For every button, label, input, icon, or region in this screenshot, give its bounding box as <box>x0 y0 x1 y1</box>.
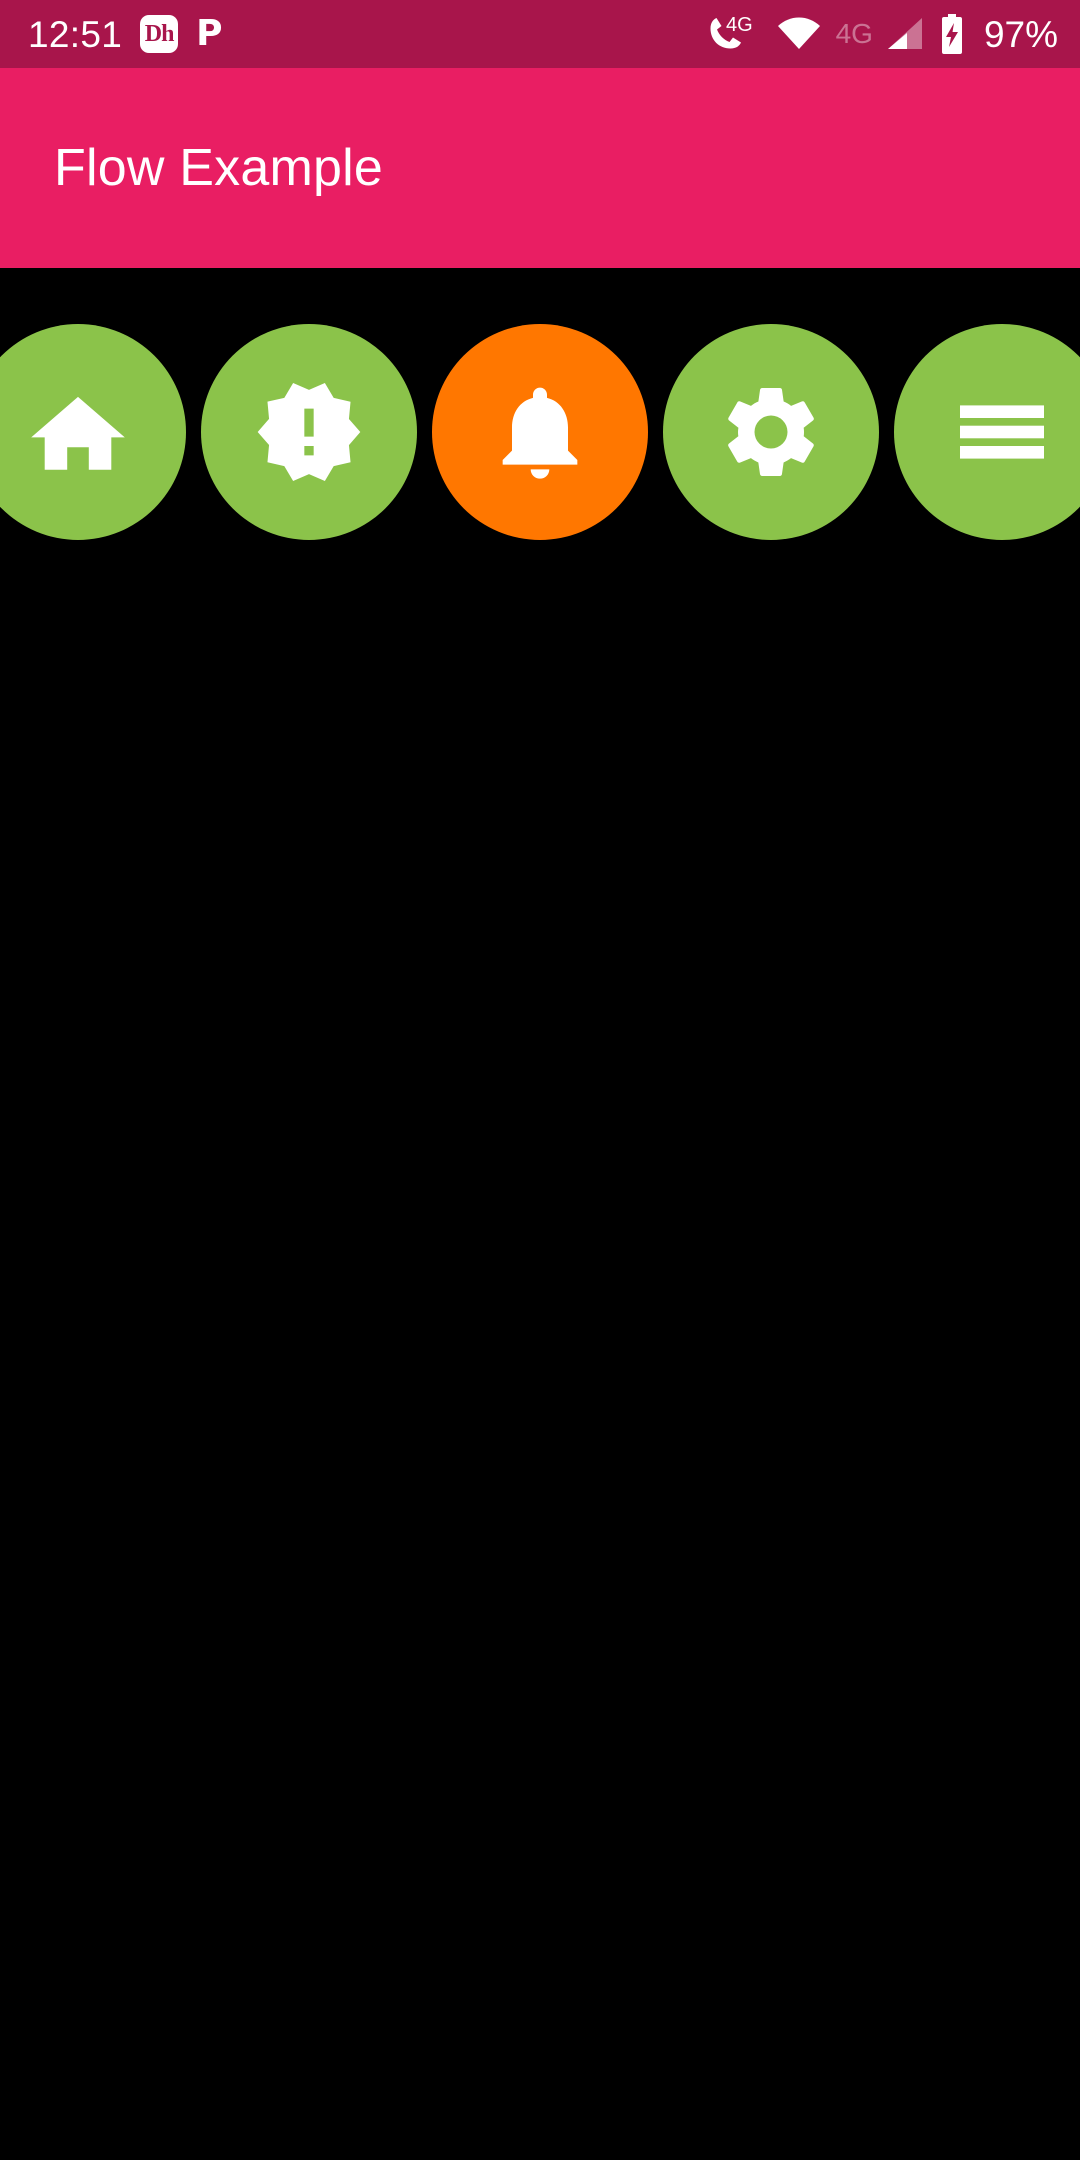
new-releases-icon <box>253 376 365 488</box>
wifi-icon <box>777 17 821 51</box>
page-title: Flow Example <box>54 139 383 197</box>
status-bar-right: 4G 4G 97% <box>704 14 1058 54</box>
battery-charging-icon <box>939 14 965 54</box>
bell-icon <box>484 376 596 488</box>
volte-4g-icon: 4G <box>704 14 762 54</box>
content-area <box>0 268 1080 2160</box>
network-type-label: 4G <box>835 18 873 49</box>
p-app-notification-icon: P <box>196 13 223 54</box>
hamburger-menu-icon <box>946 376 1058 488</box>
status-bar: 12:51 Dh P 4G 4G 97% <box>0 0 1080 68</box>
app-bar: Flow Example <box>0 68 1080 268</box>
status-bar-left: 12:51 Dh P <box>28 15 222 53</box>
notifications-button[interactable] <box>432 324 648 540</box>
settings-button[interactable] <box>663 324 879 540</box>
home-icon <box>24 378 132 486</box>
hotstar-notification-icon: Dh <box>140 15 179 53</box>
icon-button-row <box>0 324 1080 540</box>
svg-text:4G: 4G <box>726 14 753 36</box>
gear-icon <box>716 377 826 487</box>
battery-percentage-label: 97% <box>983 13 1058 55</box>
alert-badge-button[interactable] <box>201 324 417 540</box>
menu-button[interactable] <box>894 324 1080 540</box>
status-clock: 12:51 <box>28 13 123 55</box>
signal-bars-icon <box>886 17 924 51</box>
home-button[interactable] <box>0 324 186 540</box>
